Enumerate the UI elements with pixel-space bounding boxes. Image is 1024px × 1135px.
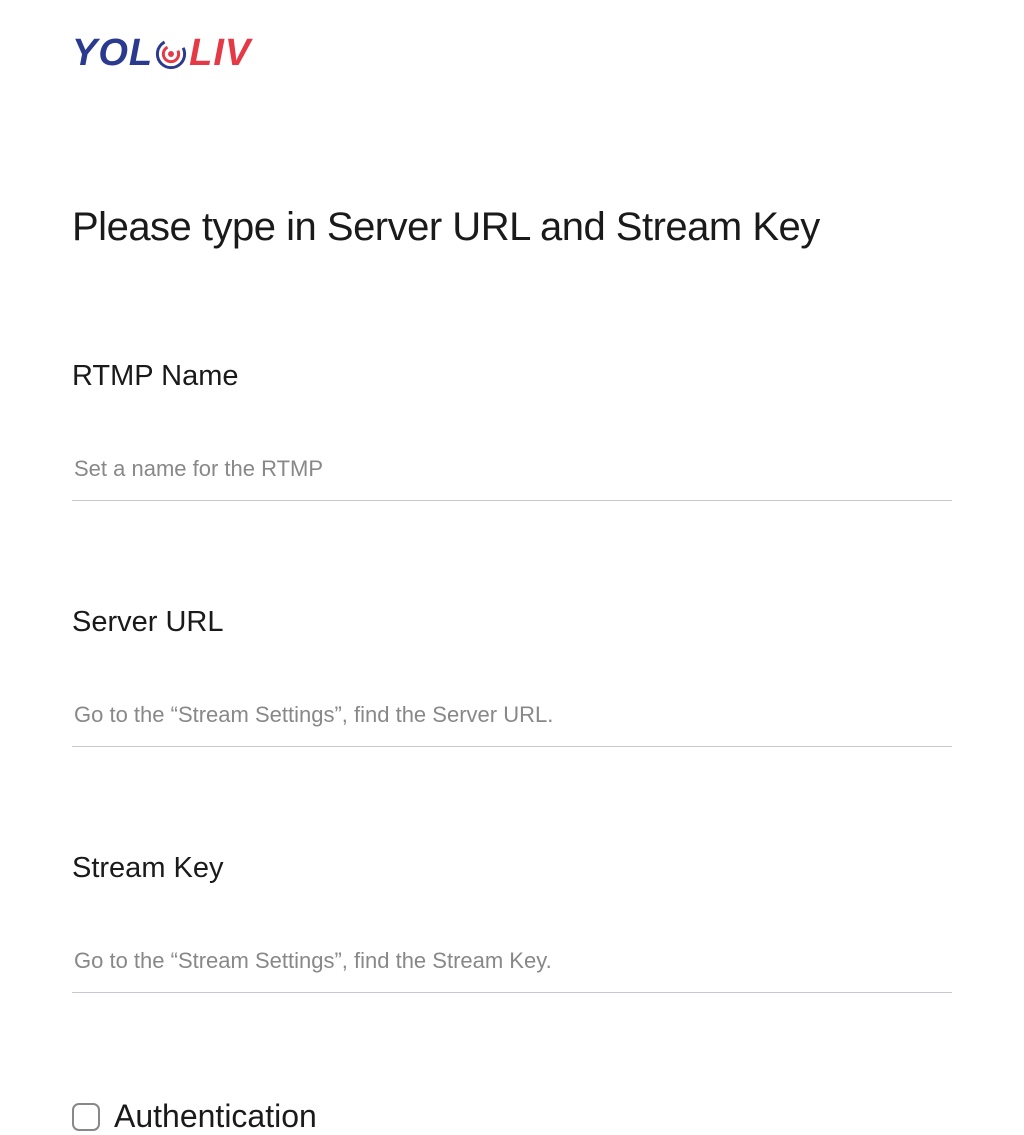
form-container: YOL LIV Please type in Server URL and St… (0, 0, 1024, 1135)
stream-key-input[interactable] (72, 940, 952, 993)
target-icon (154, 37, 188, 71)
stream-key-label: Stream Key (72, 852, 952, 885)
rtmp-name-input[interactable] (72, 448, 952, 501)
authentication-label: Authentication (114, 1098, 317, 1135)
page-title: Please type in Server URL and Stream Key (72, 205, 952, 250)
stream-key-group: Stream Key (72, 852, 952, 993)
rtmp-name-label: RTMP Name (72, 360, 952, 393)
logo-text-part2: LIV (189, 32, 251, 75)
server-url-label: Server URL (72, 606, 952, 639)
authentication-checkbox[interactable] (72, 1103, 100, 1131)
server-url-group: Server URL (72, 606, 952, 747)
authentication-row: Authentication (72, 1098, 952, 1135)
rtmp-name-group: RTMP Name (72, 360, 952, 501)
logo-text-part1: YOL (72, 32, 153, 75)
server-url-input[interactable] (72, 694, 952, 747)
logo: YOL LIV (72, 32, 952, 75)
